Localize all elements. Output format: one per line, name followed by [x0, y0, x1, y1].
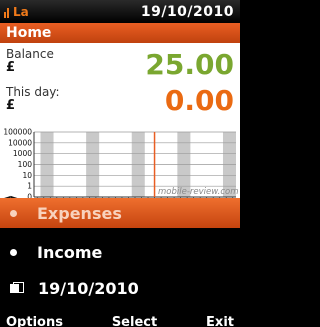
- options-softkey[interactable]: Options: [6, 315, 63, 327]
- page-title: Home: [0, 23, 240, 43]
- operator-indicator: La: [4, 5, 29, 19]
- this-day-value: 0.00: [164, 84, 234, 117]
- watermark-text: mobile-review.com: [158, 187, 239, 197]
- y-tick-label: 1000: [13, 149, 32, 158]
- menu-item-income[interactable]: Income: [0, 237, 240, 267]
- y-tick-label: 100: [18, 160, 33, 169]
- balance-value: 25.00: [145, 48, 234, 81]
- y-tick-label: 10: [22, 171, 32, 180]
- status-bar: La 19/10/2010: [0, 0, 240, 23]
- menu-item-label: Expenses: [37, 203, 122, 223]
- signal-icon: [4, 6, 10, 18]
- balance-currency: £: [6, 60, 16, 75]
- calendar-icon: [10, 282, 24, 294]
- select-softkey[interactable]: Select: [112, 315, 157, 327]
- exit-softkey[interactable]: Exit: [206, 315, 234, 327]
- softkey-bar: Options Select Exit: [0, 315, 240, 327]
- menu-item-label: Income: [37, 242, 103, 262]
- y-tick-label: 100000: [3, 128, 32, 137]
- status-date: 19/10/2010: [140, 3, 234, 20]
- chart-y-ticks: 1000001000010001001010: [3, 128, 32, 202]
- main-menu: Expenses Income 19/10/2010: [0, 198, 240, 322]
- menu-item-date[interactable]: 19/10/2010: [0, 273, 240, 303]
- operator-name: La: [13, 4, 29, 19]
- summary-panel: Balance £ 25.00 This day: £ 0.00 100000 1…: [0, 43, 240, 212]
- bullet-icon: [10, 248, 17, 256]
- bullet-icon: [10, 209, 17, 217]
- menu-item-expenses[interactable]: Expenses: [0, 198, 240, 228]
- this-day-currency: £: [6, 98, 16, 113]
- this-day-label: This day:: [6, 85, 60, 99]
- y-tick-label: 1: [27, 182, 32, 191]
- y-tick-label: 10000: [8, 138, 32, 147]
- menu-item-label: 19/10/2010: [38, 278, 139, 298]
- balance-label: Balance: [6, 47, 54, 61]
